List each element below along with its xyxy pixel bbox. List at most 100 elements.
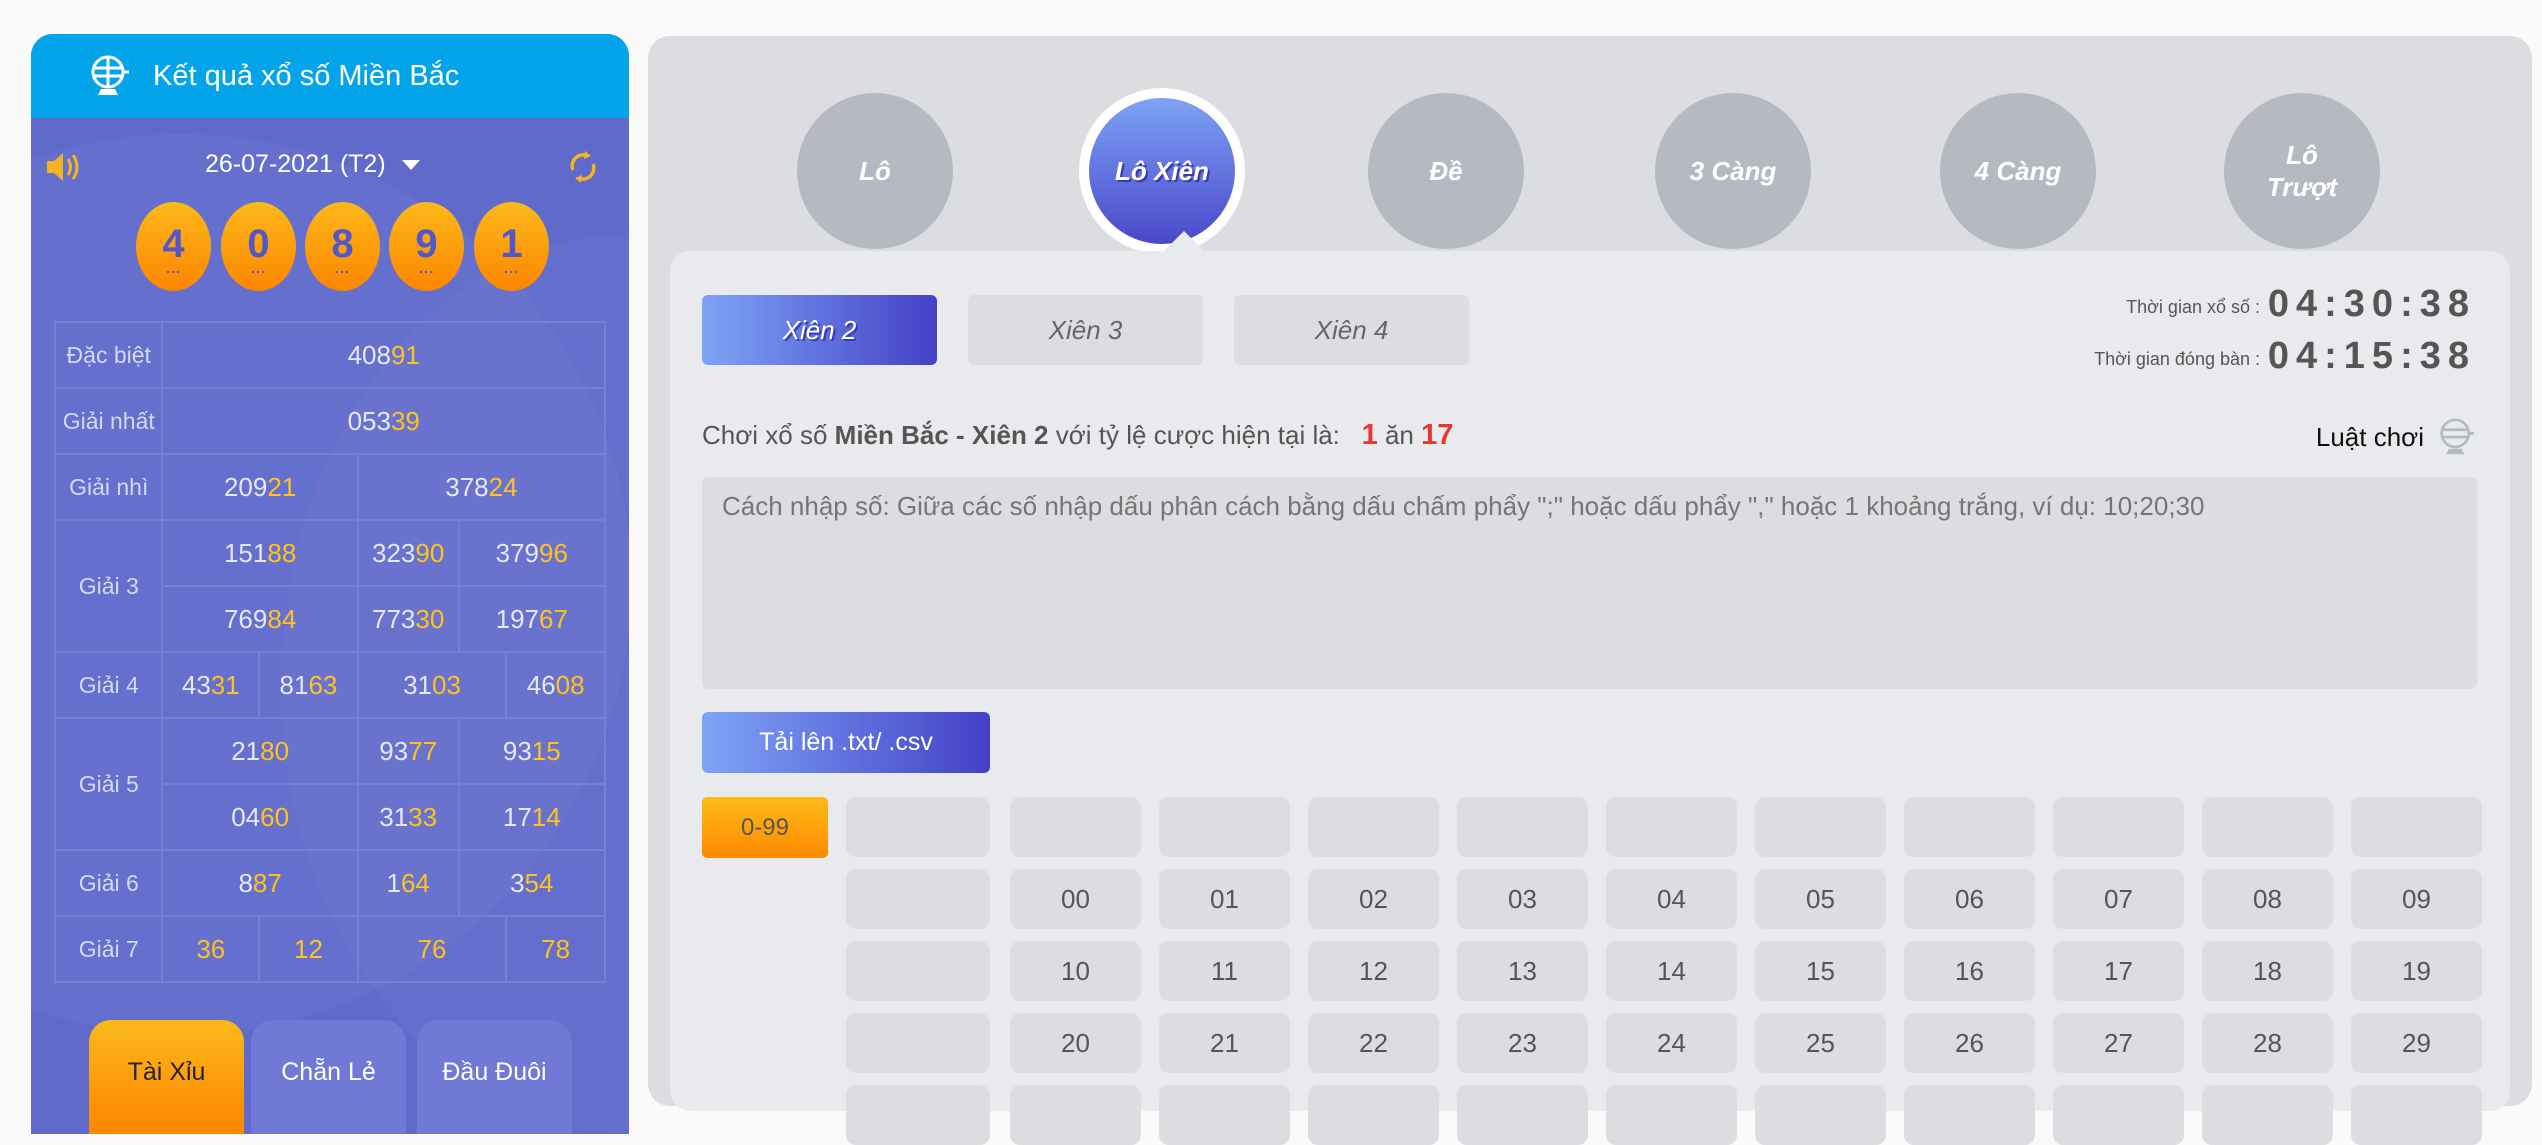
number-cell[interactable]: 15 — [1755, 941, 1886, 1001]
number-cell[interactable] — [1010, 1085, 1141, 1145]
number-cell[interactable] — [2053, 797, 2184, 857]
number-cell[interactable]: 10 — [1010, 941, 1141, 1001]
prize-number: 37824 — [356, 453, 607, 521]
number-cell[interactable] — [1755, 797, 1886, 857]
prize-number: 3133 — [356, 783, 460, 851]
number-cell[interactable]: 22 — [1308, 1013, 1439, 1073]
number-cell[interactable] — [1159, 797, 1290, 857]
rules-link[interactable]: Luật chơi — [2316, 417, 2476, 457]
number-cell[interactable] — [1606, 1085, 1737, 1145]
prize-label: Đặc biệt — [53, 321, 164, 389]
result-ball: 8... — [305, 202, 380, 291]
number-cell[interactable]: 14 — [1606, 941, 1737, 1001]
numbers-input[interactable] — [702, 477, 2477, 689]
prize-number: 4608 — [505, 651, 606, 719]
number-cell[interactable] — [1904, 1085, 2035, 1145]
game-tab[interactable]: Lô Trượt — [2224, 93, 2380, 249]
number-cell[interactable] — [1755, 1085, 1886, 1145]
number-cell[interactable]: 06 — [1904, 869, 2035, 929]
sub-tab[interactable]: Xiên 2 — [702, 295, 937, 365]
number-cell[interactable] — [1457, 1085, 1588, 1145]
number-cell[interactable]: 26 — [1904, 1013, 2035, 1073]
row-select-cell[interactable] — [846, 941, 990, 1001]
number-cell[interactable]: 02 — [1308, 869, 1439, 929]
close-time-value: 04:15:38 — [2267, 335, 2476, 377]
prize-number: 40891 — [161, 321, 606, 389]
number-cell[interactable] — [1010, 797, 1141, 857]
row-select-cell[interactable] — [846, 869, 990, 929]
refresh-icon[interactable] — [568, 148, 598, 186]
row-select-cell[interactable] — [846, 1013, 990, 1073]
prize-label: Giải 6 — [53, 849, 164, 917]
number-cell[interactable]: 04 — [1606, 869, 1737, 929]
number-cell[interactable]: 07 — [2053, 869, 2184, 929]
prize-label: Giải 5 — [53, 717, 164, 851]
number-cell[interactable] — [2202, 1085, 2333, 1145]
date-dropdown[interactable]: 26-07-2021 (T2) — [205, 150, 420, 179]
prize-number: 12 — [258, 915, 359, 983]
number-cell[interactable] — [2202, 797, 2333, 857]
number-cell[interactable]: 21 — [1159, 1013, 1290, 1073]
range-0-99-button[interactable]: 0-99 — [702, 797, 828, 858]
prize-label: Giải nhì — [53, 453, 164, 521]
number-cell[interactable]: 18 — [2202, 941, 2333, 1001]
number-cell[interactable] — [1457, 797, 1588, 857]
upload-button[interactable]: Tải lên .txt/ .csv — [702, 712, 990, 773]
number-cell[interactable]: 17 — [2053, 941, 2184, 1001]
prize-number: 37996 — [457, 519, 607, 587]
number-cell[interactable]: 29 — [2351, 1013, 2482, 1073]
prize-number: 4331 — [161, 651, 261, 719]
number-cell[interactable] — [1308, 797, 1439, 857]
stat-tab-button[interactable]: Chẵn Lẻ — [251, 1020, 406, 1134]
number-cell[interactable]: 25 — [1755, 1013, 1886, 1073]
game-tab[interactable]: Lô Xiên — [1079, 88, 1245, 254]
number-cell[interactable]: 01 — [1159, 869, 1290, 929]
prize-number: 36 — [161, 915, 261, 983]
number-cell[interactable]: 19 — [2351, 941, 2482, 1001]
prize-number: 9377 — [356, 717, 460, 785]
number-cell[interactable]: 23 — [1457, 1013, 1588, 1073]
number-cell[interactable] — [1606, 797, 1737, 857]
number-cell[interactable] — [1159, 1085, 1290, 1145]
number-cell[interactable] — [1308, 1085, 1439, 1145]
row-select-cell[interactable] — [846, 1085, 990, 1145]
row-select-cell[interactable] — [846, 797, 990, 857]
number-cell[interactable]: 12 — [1308, 941, 1439, 1001]
number-cell[interactable]: 09 — [2351, 869, 2482, 929]
number-cell[interactable]: 20 — [1010, 1013, 1141, 1073]
number-cell[interactable]: 24 — [1606, 1013, 1737, 1073]
number-cell[interactable]: 03 — [1457, 869, 1588, 929]
number-cell[interactable] — [2351, 1085, 2482, 1145]
stat-tab-button[interactable]: Tài Xỉu — [89, 1020, 244, 1134]
number-cell[interactable]: 11 — [1159, 941, 1290, 1001]
stat-tab-button[interactable]: Đầu Đuôi — [417, 1020, 572, 1134]
number-cell[interactable]: 00 — [1010, 869, 1141, 929]
speaker-icon[interactable] — [45, 150, 81, 184]
game-panel: Lô Lô Xiên Đề 3 Càng 4 Càng Lô Trượt Xiên 2 Xi… — [648, 36, 2532, 1145]
number-cell[interactable]: 13 — [1457, 941, 1588, 1001]
prize-number: 78 — [505, 915, 606, 983]
game-tab[interactable]: 4 Càng — [1940, 93, 2096, 249]
prize-label: Giải 4 — [53, 651, 164, 719]
number-cell[interactable]: 16 — [1904, 941, 2035, 1001]
lottery-cage-icon — [91, 55, 129, 95]
game-tab[interactable]: 3 Càng — [1655, 93, 1811, 249]
prize-number: 77330 — [356, 585, 460, 653]
prize-number: 32390 — [356, 519, 460, 587]
number-cell[interactable]: 05 — [1755, 869, 1886, 929]
game-tab[interactable]: Lô — [797, 93, 953, 249]
game-tab[interactable]: Đề — [1368, 93, 1524, 249]
prize-label: Giải nhất — [53, 387, 164, 455]
number-cell[interactable]: 28 — [2202, 1013, 2333, 1073]
number-cell[interactable] — [1904, 797, 2035, 857]
prize-number: 76 — [356, 915, 508, 983]
number-cell[interactable]: 27 — [2053, 1013, 2184, 1073]
prize-label: Giải 3 — [53, 519, 164, 653]
draw-time-value: 04:30:38 — [2267, 283, 2476, 325]
sub-tab[interactable]: Xiên 4 — [1234, 295, 1469, 365]
number-cell[interactable]: 08 — [2202, 869, 2333, 929]
sub-tab[interactable]: Xiên 3 — [968, 295, 1203, 365]
number-cell[interactable] — [2053, 1085, 2184, 1145]
number-cell[interactable] — [2351, 797, 2482, 857]
prize-number: 20921 — [161, 453, 359, 521]
